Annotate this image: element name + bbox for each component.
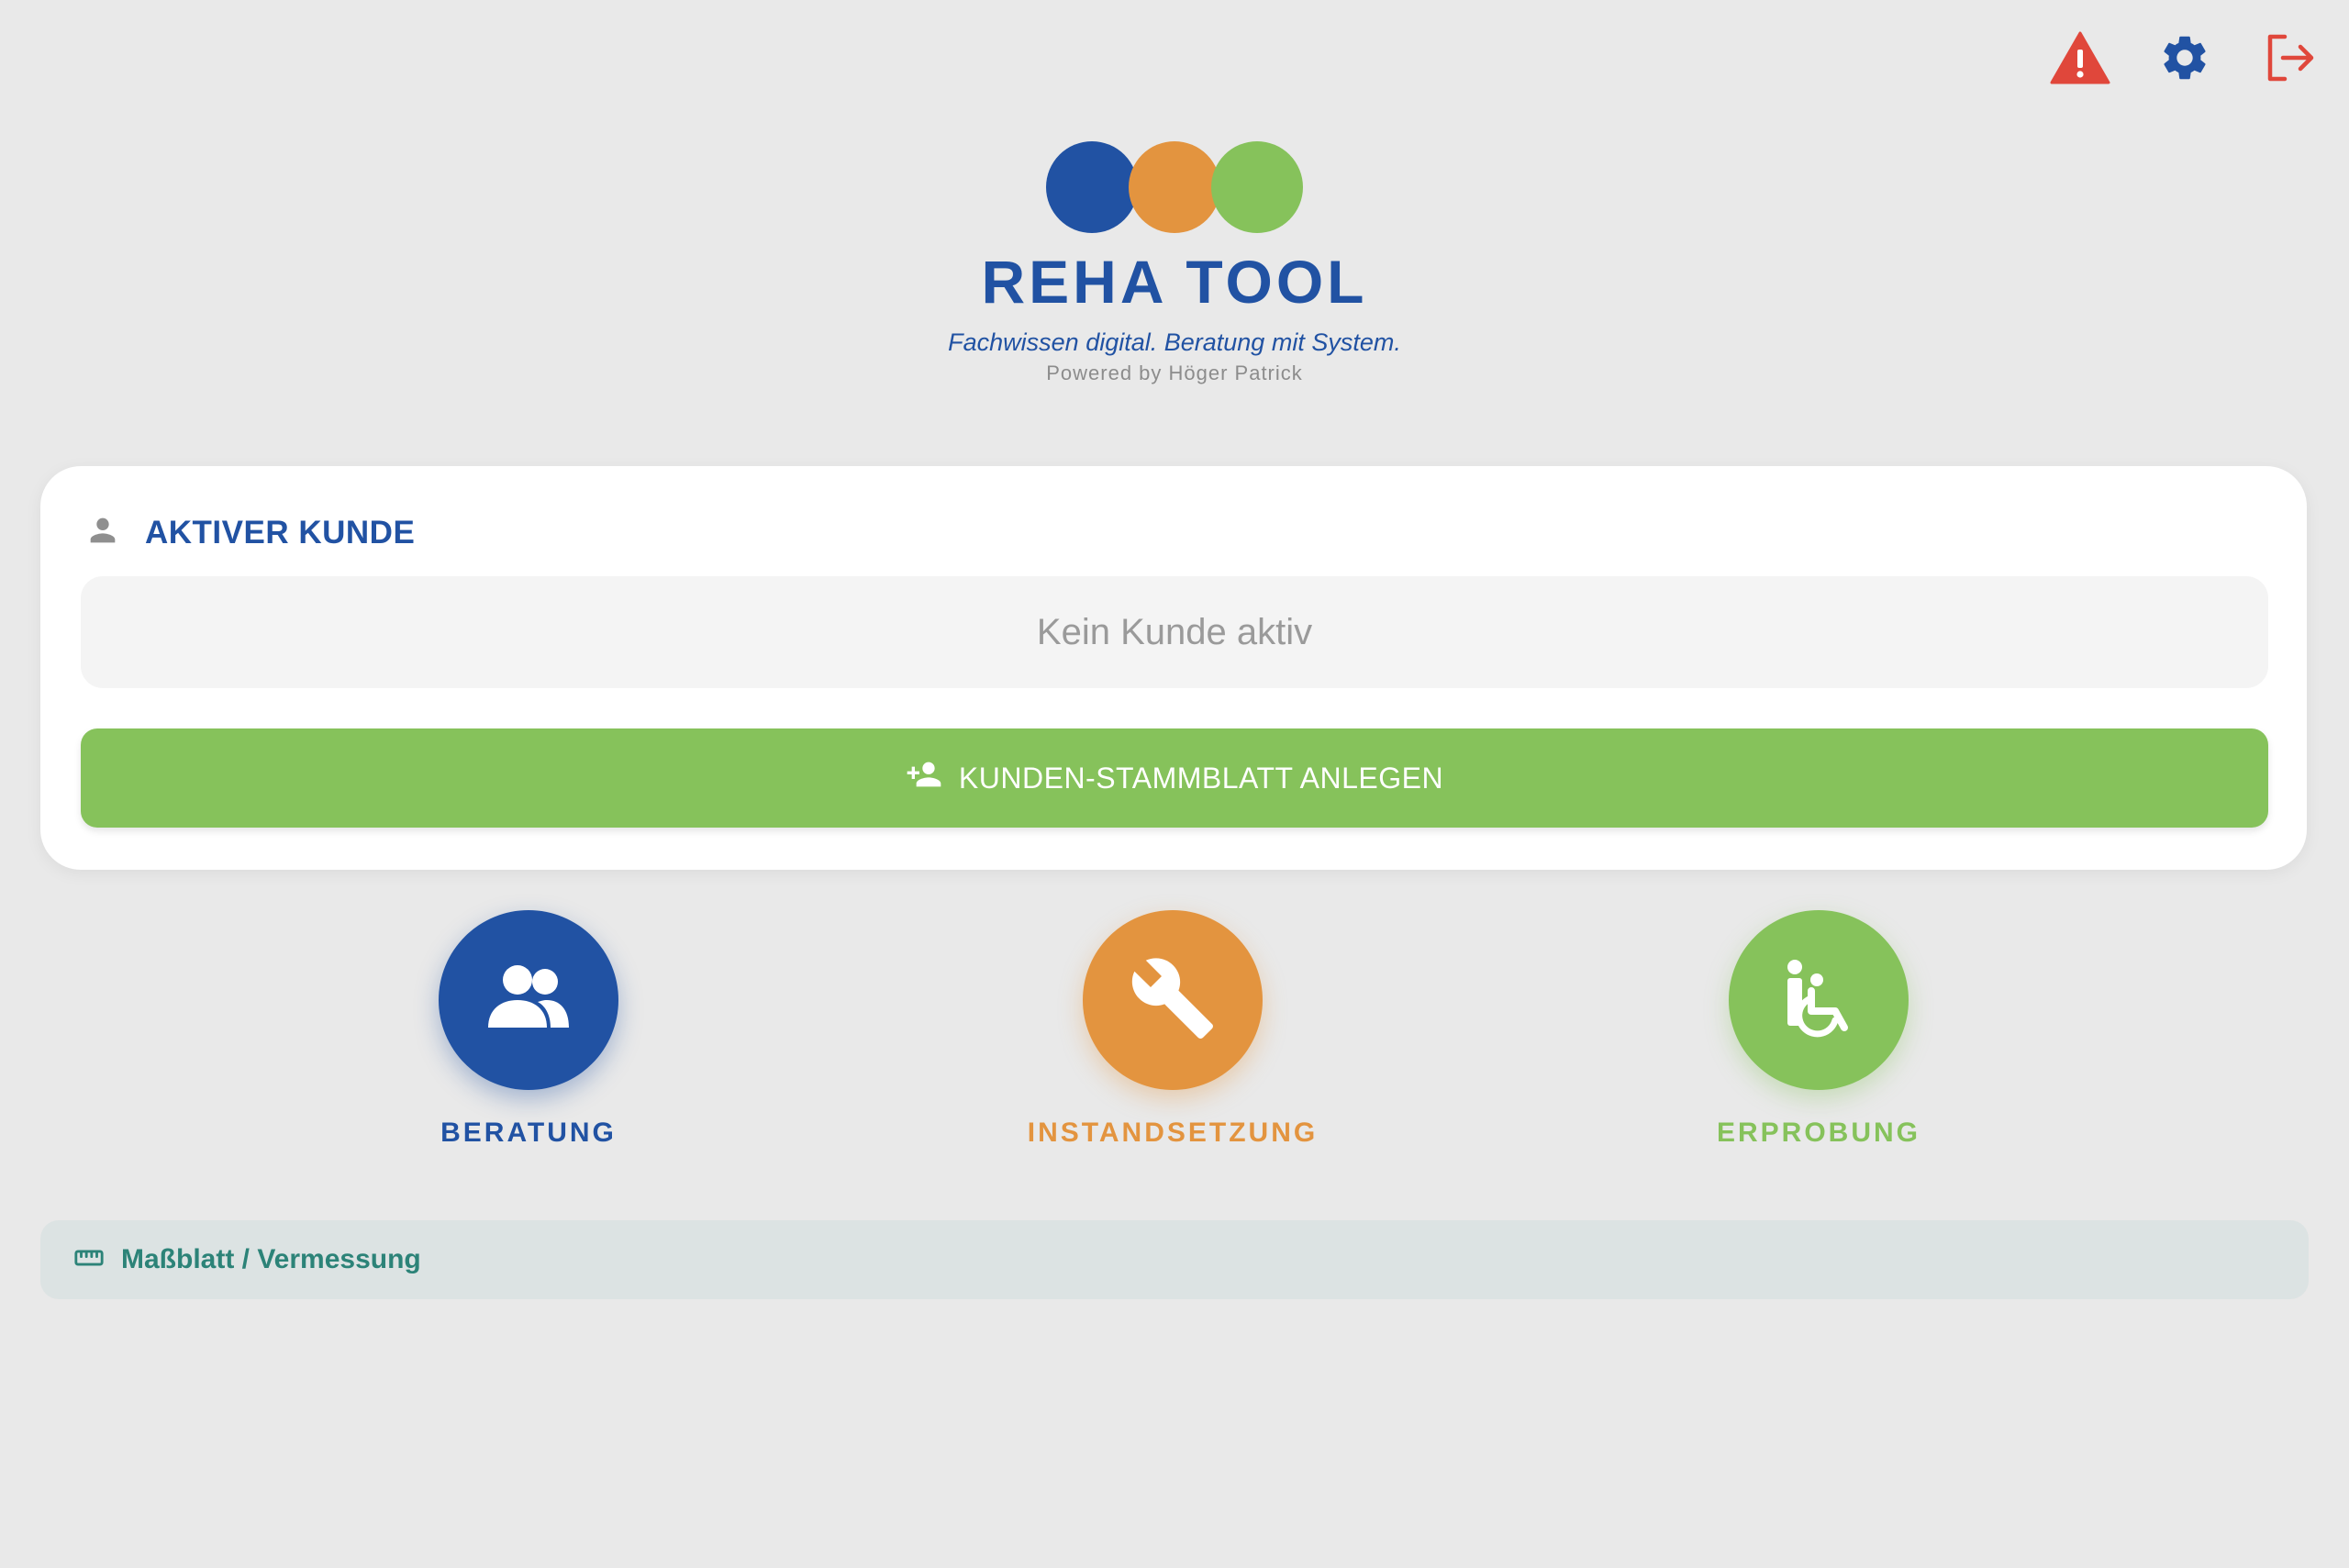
wrench-icon [1129, 954, 1217, 1047]
module-circle-instandsetzung[interactable] [1083, 910, 1263, 1090]
module-circle-erprobung[interactable] [1729, 910, 1909, 1090]
gear-icon[interactable] [2154, 28, 2215, 88]
module-label-beratung: BERATUNG [440, 1118, 617, 1148]
users-icon [484, 962, 573, 1040]
measurement-sheet-link[interactable]: Maßblatt / Vermessung [40, 1220, 2309, 1299]
module-circle-beratung[interactable] [439, 910, 618, 1090]
logo-dots [1046, 141, 1303, 233]
app-title: REHA TOOL [981, 248, 1368, 316]
header-actions [2050, 28, 2320, 88]
create-customer-sheet-button[interactable]: KUNDEN-STAMMBLATT ANLEGEN [81, 728, 2268, 828]
app-tagline: Fachwissen digital. Beratung mit System. [948, 328, 1401, 356]
module-label-erprobung: ERPROBUNG [1716, 1118, 1920, 1148]
person-add-icon [906, 756, 942, 800]
create-button-label: KUNDEN-STAMMBLATT ANLEGEN [958, 761, 1444, 795]
wheelchair-icon [1775, 954, 1863, 1047]
logo-dot-blue [1046, 141, 1138, 233]
card-header: AKTIVER KUNDE [84, 512, 415, 553]
logo-dot-orange [1129, 141, 1220, 233]
module-buttons: BERATUNG INSTANDSETZUNG ERPROBUNG [0, 910, 2349, 1158]
logo-block: REHA TOOL Fachwissen digital. Beratung m… [0, 141, 2349, 385]
warning-icon[interactable] [2050, 28, 2110, 88]
module-erprobung[interactable]: ERPROBUNG [1672, 910, 1965, 1149]
module-beratung[interactable]: BERATUNG [382, 910, 675, 1149]
logout-icon[interactable] [2259, 28, 2320, 88]
module-instandsetzung[interactable]: INSTANDSETZUNG [1026, 910, 1319, 1149]
logo-dot-green [1211, 141, 1303, 233]
module-label-instandsetzung: INSTANDSETZUNG [1027, 1118, 1319, 1148]
ruler-icon [73, 1242, 105, 1278]
active-customer-card: AKTIVER KUNDE Kein Kunde aktiv KUNDEN-ST… [40, 466, 2307, 870]
card-title: AKTIVER KUNDE [145, 514, 416, 550]
person-icon [84, 512, 121, 553]
active-customer-field[interactable]: Kein Kunde aktiv [81, 576, 2268, 688]
powered-by: Powered by Höger Patrick [1046, 361, 1303, 384]
measurement-label: Maßblatt / Vermessung [121, 1244, 421, 1274]
